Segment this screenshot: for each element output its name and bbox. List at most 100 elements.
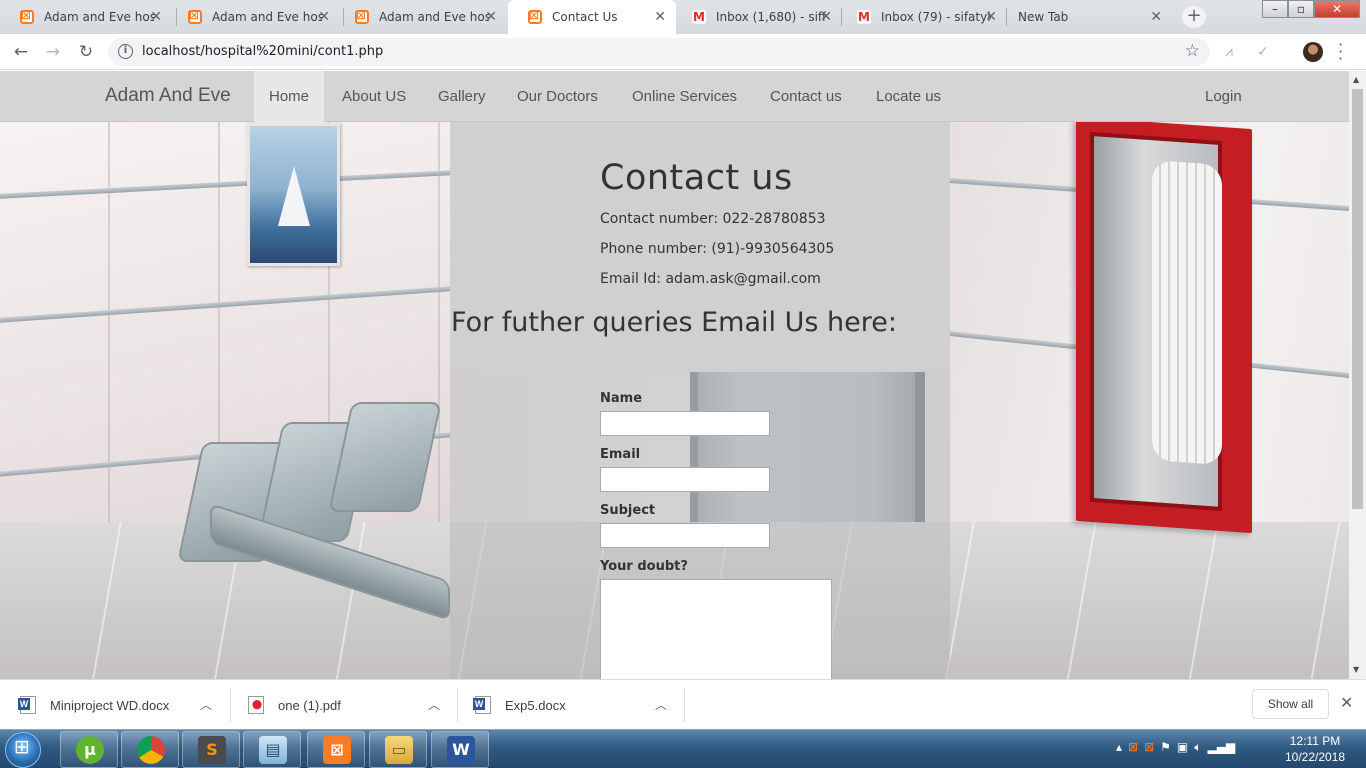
start-button[interactable] [5,732,41,768]
scroll-down-arrow-icon[interactable]: ▼ [1353,665,1359,674]
browser-tab[interactable]: New Tab ✕ [998,0,1172,34]
close-icon[interactable]: ✕ [150,9,162,25]
gmail-icon [857,10,871,24]
chevron-up-icon[interactable]: ︿ [655,696,667,713]
sublime-text-taskbar-icon[interactable]: S [182,731,240,768]
action-center-flag-icon[interactable]: ⚑ [1160,740,1171,755]
nav-about-us[interactable]: About US [342,71,406,122]
browser-tab[interactable]: Inbox (1,680) - siffu ✕ [672,0,842,34]
window-close-button[interactable]: ✕ [1314,0,1360,18]
xampp-icon [528,8,542,24]
subject-label: Subject [600,503,656,518]
tab-title: Adam and Eve hosp [44,10,154,24]
nav-home[interactable]: Home [254,71,325,122]
browser-tab[interactable]: Inbox (79) - sifatyk ✕ [837,0,1007,34]
gmail-icon [692,10,706,24]
word-doc-icon [18,696,36,714]
device-icon[interactable]: ▣ [1177,740,1188,755]
volume-icon[interactable]: 🔈︎ [1194,740,1201,755]
close-icon[interactable]: ✕ [820,9,832,25]
taskbar-clock[interactable]: 12:11 PM 10/22/2018 [1280,733,1350,765]
browser-tab[interactable]: Adam and Eve hosp ✕ [168,0,340,34]
page-scrollbar[interactable]: ▲ ▼ [1349,71,1366,679]
doubt-textarea[interactable] [600,579,832,679]
browser-tab[interactable]: Adam and Eve hosp ✕ [335,0,507,34]
clock-date: 10/22/2018 [1284,750,1346,764]
scroll-up-arrow-icon[interactable]: ▲ [1353,75,1359,84]
chrome-taskbar-icon[interactable] [121,731,179,768]
bookmark-star-icon[interactable]: ☆ [1185,41,1200,61]
forward-arrow-icon[interactable]: → [42,41,64,63]
close-icon[interactable]: ✕ [318,9,330,25]
xampp-tray-icon[interactable]: ⊠ [1128,740,1138,755]
extension-icon[interactable]: ⩘ [1225,44,1233,60]
xampp-taskbar-icon[interactable]: ⊠ [307,731,365,768]
pdf-icon [248,696,264,714]
show-hidden-icons-icon[interactable]: ▴ [1116,740,1122,755]
profile-avatar[interactable] [1303,42,1323,62]
sailboat-painting [247,123,340,266]
browser-tab-strip: Adam and Eve hosp ✕ Adam and Eve hosp ✕ … [0,0,1366,34]
notepad-taskbar-icon[interactable]: ▤ [243,731,301,768]
browser-menu-icon[interactable]: · · · [1338,37,1343,67]
chevron-up-icon[interactable]: ︿ [428,696,440,713]
download-filename: one (1).pdf [278,697,341,713]
show-all-button[interactable]: Show all [1252,689,1329,719]
xampp-tray-icon[interactable]: ⊠ [1144,740,1154,755]
browser-toolbar: ← → ↻ i localhost/hospital%20mini/cont1.… [0,34,1366,70]
contact-panel: Contact us Contact number: 022-28780853 … [450,122,950,679]
browser-tab-active[interactable]: Contact Us ✕ [508,0,676,34]
xampp-icon [355,8,369,24]
nav-online-services[interactable]: Online Services [632,71,737,122]
nav-contact-us[interactable]: Contact us [770,71,842,122]
close-icon[interactable]: ✕ [1340,693,1353,712]
chevron-up-icon[interactable]: ︿ [200,696,212,713]
tab-title: Adam and Eve hosp [212,10,322,24]
nav-gallery[interactable]: Gallery [438,71,486,122]
close-icon[interactable]: ✕ [485,9,497,25]
contact-info-box: Contact us Contact number: 022-28780853 … [450,122,950,371]
download-filename: Miniproject WD.docx [50,697,170,713]
email-input[interactable] [600,467,770,492]
subject-input[interactable] [600,523,770,548]
contact-number: Contact number: 022-28780853 [600,211,826,227]
browser-tab[interactable]: Adam and Eve hosp ✕ [0,0,172,34]
info-icon[interactable]: i [118,44,133,59]
download-item[interactable]: one (1).pdf ︿ [248,680,458,730]
fire-hose-cabinet [1076,122,1252,534]
nav-locate-us[interactable]: Locate us [876,71,941,122]
download-item[interactable]: Miniproject WD.docx ︿ [18,680,230,730]
system-tray: ▴ ⊠ ⊠ ⚑ ▣ 🔈︎ ▂▄▆ [1116,740,1235,755]
page-viewport: Adam And Eve Home About US Gallery Our D… [0,71,1349,679]
site-brand[interactable]: Adam And Eve [105,85,231,107]
email-label: Email [600,447,641,462]
file-explorer-taskbar-icon[interactable]: ▭ [369,731,427,768]
address-bar[interactable]: i localhost/hospital%20mini/cont1.php ☆ [108,38,1210,66]
url-text[interactable]: localhost/hospital%20mini/cont1.php [142,44,383,59]
tab-title: Contact Us [552,10,618,24]
login-link[interactable]: Login [1205,71,1242,122]
back-arrow-icon[interactable]: ← [10,41,32,63]
xampp-icon [188,8,202,24]
close-icon[interactable]: ✕ [1150,9,1162,25]
close-icon[interactable]: ✕ [985,9,997,25]
close-icon[interactable]: ✕ [654,9,666,25]
checkmark-extension-icon[interactable]: ✓ [1257,44,1269,60]
xampp-icon [20,8,34,24]
minimize-button[interactable]: – [1262,0,1288,18]
new-tab-button[interactable]: + [1182,6,1206,28]
maximize-button[interactable]: ▫ [1288,0,1314,18]
download-item[interactable]: Exp5.docx ︿ [473,680,685,730]
clock-time: 12:11 PM [1289,734,1341,748]
tab-title: Inbox (79) - sifatyk [881,10,991,24]
nav-our-doctors[interactable]: Our Doctors [517,71,598,122]
scrollbar-thumb[interactable] [1352,89,1363,509]
email-id: Email Id: adam.ask@gmail.com [600,271,821,287]
network-signal-icon[interactable]: ▂▄▆ [1207,740,1235,755]
reload-icon[interactable]: ↻ [75,41,97,63]
windows-taskbar: µ S ▤ ⊠ ▭ W ▴ ⊠ ⊠ ⚑ ▣ 🔈︎ ▂▄▆ 12:11 PM 10… [0,729,1366,768]
page-title: Contact us [600,158,793,198]
word-taskbar-icon[interactable]: W [431,731,489,768]
utorrent-taskbar-icon[interactable]: µ [60,731,118,768]
name-input[interactable] [600,411,770,436]
